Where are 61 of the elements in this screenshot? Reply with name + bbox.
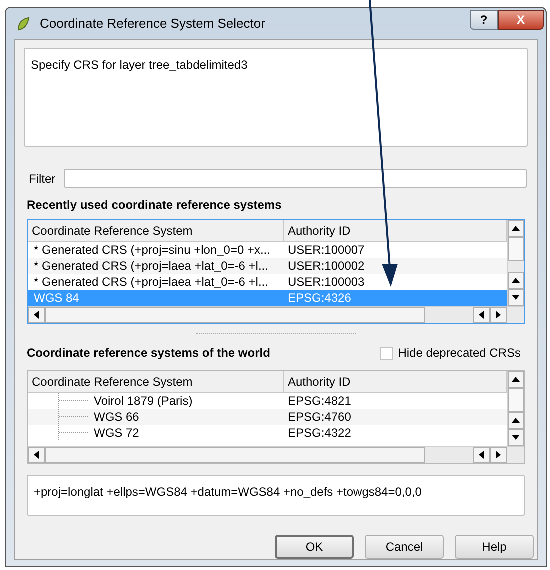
scroll-thumb[interactable] bbox=[45, 447, 425, 463]
scroll-right-button[interactable] bbox=[490, 307, 507, 323]
checkbox[interactable] bbox=[380, 346, 394, 360]
column-header[interactable]: Coordinate Reference System bbox=[28, 371, 284, 392]
table-cell-text: EPSG:4760 bbox=[287, 409, 352, 426]
scroll-up-button[interactable] bbox=[508, 220, 524, 237]
scroll-left-button[interactable] bbox=[473, 447, 490, 463]
table-cell-text: * Generated CRS (+proj=laea +lat_0=-6 +l... bbox=[33, 274, 268, 291]
table-cell-text: WGS 84 bbox=[33, 290, 80, 307]
table-cell-text: USER:100007 bbox=[287, 242, 365, 259]
up-arrow-icon bbox=[512, 278, 520, 283]
scroll-left-button[interactable] bbox=[473, 307, 490, 323]
scroll-up-button[interactable] bbox=[508, 371, 524, 388]
down-arrow-icon bbox=[512, 435, 520, 440]
scroll-up-button[interactable] bbox=[508, 412, 524, 429]
column-header[interactable]: Coordinate Reference System bbox=[28, 220, 284, 241]
table-cell-text: EPSG:4322 bbox=[287, 425, 352, 442]
table-row[interactable]: * Generated CRS (+proj=laea +lat_0=-6 +l... USER:100002 bbox=[28, 258, 507, 274]
table-cell-text: EPSG:4326 bbox=[287, 290, 352, 307]
dialog-button[interactable]: Help bbox=[455, 535, 534, 559]
checkbox-label: Hide deprecated CRSs bbox=[398, 345, 521, 362]
table-cell-text: * Generated CRS (+proj=sinu +lon_0=0 +x... bbox=[33, 242, 270, 259]
proj-string-box: +proj=longlat +ellps=WGS84 +datum=WGS84 +no_defs +towgs84=0,0,0 bbox=[27, 475, 525, 516]
left-arrow-icon bbox=[479, 451, 484, 459]
table-cell-text: Voirol 1879 (Paris) bbox=[93, 393, 193, 410]
scroll-right-button[interactable] bbox=[490, 447, 507, 463]
left-arrow-icon bbox=[34, 451, 39, 459]
table-cell-text: EPSG:4821 bbox=[287, 393, 352, 410]
scroll-down-button[interactable] bbox=[508, 429, 524, 446]
filter-label: Filter bbox=[29, 170, 56, 188]
table-row[interactable]: WGS 66 EPSG:4760 bbox=[28, 409, 507, 425]
table-cell-text: USER:100003 bbox=[287, 274, 365, 291]
scroll-up-button[interactable] bbox=[508, 272, 524, 289]
table-cell-text: * Generated CRS (+proj=laea +lat_0=-6 +l... bbox=[33, 258, 268, 275]
scroll-thumb[interactable] bbox=[508, 237, 524, 261]
section-title: Recently used coordinate reference systems bbox=[27, 197, 283, 214]
scroll-left-button[interactable] bbox=[28, 307, 45, 323]
left-arrow-icon bbox=[34, 311, 39, 319]
table-cell-text: USER:100002 bbox=[287, 258, 365, 275]
down-arrow-icon bbox=[512, 295, 520, 300]
dialog-button[interactable]: Cancel bbox=[365, 535, 444, 559]
leaf-logo-icon bbox=[16, 16, 32, 32]
section-title: Coordinate reference systems of the world bbox=[27, 345, 272, 362]
left-arrow-icon bbox=[479, 311, 484, 319]
up-arrow-icon bbox=[512, 226, 520, 231]
filter-input[interactable] bbox=[64, 169, 527, 188]
help-button[interactable]: ? bbox=[470, 10, 498, 30]
dialog-button[interactable]: OK bbox=[275, 535, 354, 559]
scroll-left-button[interactable] bbox=[28, 447, 45, 463]
right-arrow-icon bbox=[496, 311, 501, 319]
scroll-thumb[interactable] bbox=[508, 388, 524, 412]
table-cell-text: WGS 72 bbox=[93, 425, 140, 442]
window-title: Coordinate Reference System Selector bbox=[40, 14, 266, 33]
right-arrow-icon bbox=[496, 451, 501, 459]
description-box: Specify CRS for layer tree_tabdelimited3 bbox=[24, 48, 528, 147]
table-cell-text: WGS 66 bbox=[93, 409, 140, 426]
scroll-thumb[interactable] bbox=[45, 307, 425, 323]
up-arrow-icon bbox=[512, 377, 520, 382]
up-arrow-icon bbox=[512, 418, 520, 423]
scroll-down-button[interactable] bbox=[508, 289, 524, 306]
splitter-handle[interactable] bbox=[196, 333, 356, 336]
